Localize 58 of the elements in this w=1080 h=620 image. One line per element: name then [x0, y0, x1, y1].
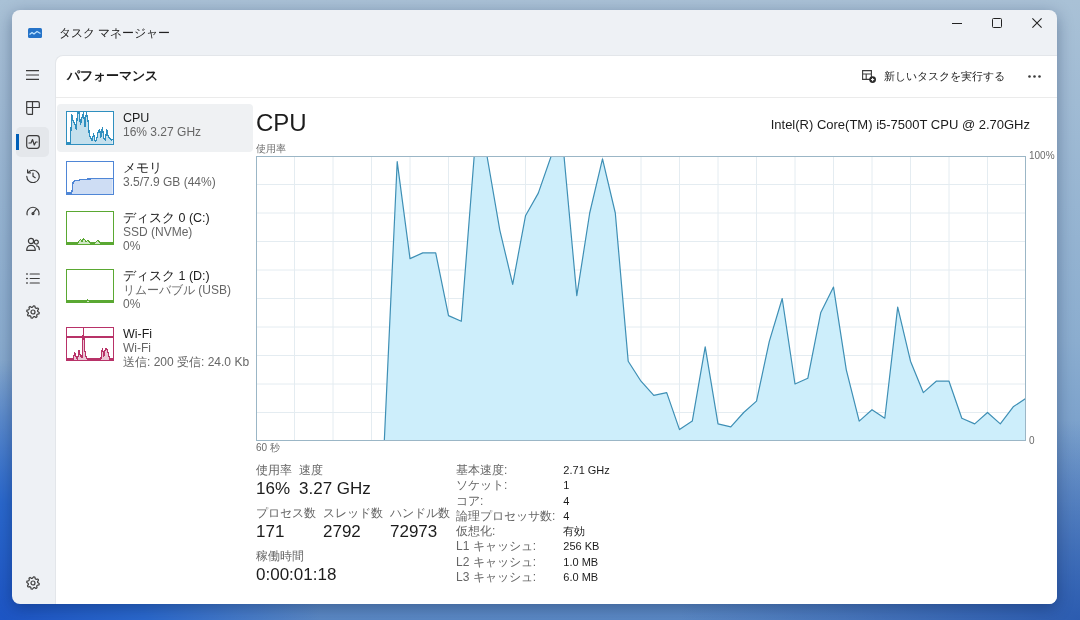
resource-item[interactable]: メモリ 3.5/7.9 GB (44%): [57, 154, 253, 202]
spec-value: 1.0 MB: [563, 554, 600, 570]
spec-label: 仮想化:: [456, 524, 497, 540]
window-title: タスク マネージャー: [59, 24, 171, 42]
users-icon: [25, 237, 40, 251]
stat-value: 16%: [256, 478, 292, 500]
close-icon: [1032, 18, 1042, 28]
stat-label: ハンドル数: [390, 506, 450, 520]
window-add-icon: [862, 70, 876, 83]
stat-value: 171: [256, 521, 286, 543]
stat-value: 3.27 GHz: [299, 478, 371, 500]
grid-icon: [25, 101, 40, 115]
resource-item[interactable]: ディスク 1 (D:) リムーバブル (USB) 0%: [57, 262, 253, 318]
spec-value: 1: [563, 478, 571, 494]
history-icon: [25, 169, 40, 183]
spec-value: 2.71 GHz: [563, 463, 610, 478]
spec-value: 6.0 MB: [563, 570, 600, 586]
spec-label: ソケット:: [456, 478, 509, 494]
settings-icon: [25, 576, 40, 590]
spec-label: 基本速度:: [456, 463, 509, 479]
spec-label: L1 キャッシュ:: [456, 539, 537, 555]
stat-value: 2792: [323, 521, 362, 543]
gauge-icon: [25, 204, 40, 216]
menu-icon: [26, 70, 39, 80]
stat-value: 72973: [390, 521, 439, 543]
spec-label: 論理プロセッサ数:: [456, 508, 556, 525]
stat-label: 速度: [299, 463, 324, 477]
spec-label: L2 キャッシュ:: [456, 554, 537, 571]
stat-label: 稼働時間: [256, 549, 305, 563]
spec-value: 有効: [563, 524, 587, 540]
spec-value: 4: [563, 493, 571, 509]
spec-label: コア:: [456, 493, 485, 509]
cog-icon: [25, 305, 40, 319]
y-tick-label: 100%: [1029, 150, 1055, 162]
resource-item[interactable]: Wi-Fi Wi-Fi 送信: 200 受信: 24.0 Kb: [57, 320, 253, 376]
stat-label: プロセス数: [256, 506, 316, 520]
stat-label: 使用率: [256, 463, 292, 477]
processor-model: Intel(R) Core(TM) i5-7500T CPU @ 2.70GHz: [770, 116, 1030, 134]
app-icon: [28, 27, 42, 38]
minimize-icon: [952, 22, 962, 24]
spec-value: 4: [563, 508, 571, 524]
maximize-icon: [992, 18, 1002, 28]
resource-item[interactable]: ディスク 0 (C:) SSD (NVMe) 0%: [57, 204, 253, 260]
nav-button[interactable]: [16, 127, 49, 157]
resource-title: CPU: [256, 109, 307, 137]
y-tick-label: 0: [1029, 435, 1035, 447]
spec-value: 256 KB: [563, 539, 601, 555]
y-axis-label: 使用率: [256, 143, 286, 155]
page-title: パフォーマンス: [67, 68, 158, 86]
stat-value: 0:00:01:18: [256, 564, 337, 586]
spec-label: L3 キャッシュ:: [456, 570, 537, 586]
x-axis-label: 60 秒: [256, 442, 280, 454]
list-icon: [25, 272, 40, 284]
pulse-icon: [25, 135, 40, 149]
stat-label: スレッド数: [323, 506, 383, 520]
run-task-button[interactable]: 新しいタスクを実行する: [854, 64, 1013, 89]
resource-item[interactable]: CPU 16% 3.27 GHz: [57, 104, 253, 152]
more-icon: [1028, 75, 1041, 78]
